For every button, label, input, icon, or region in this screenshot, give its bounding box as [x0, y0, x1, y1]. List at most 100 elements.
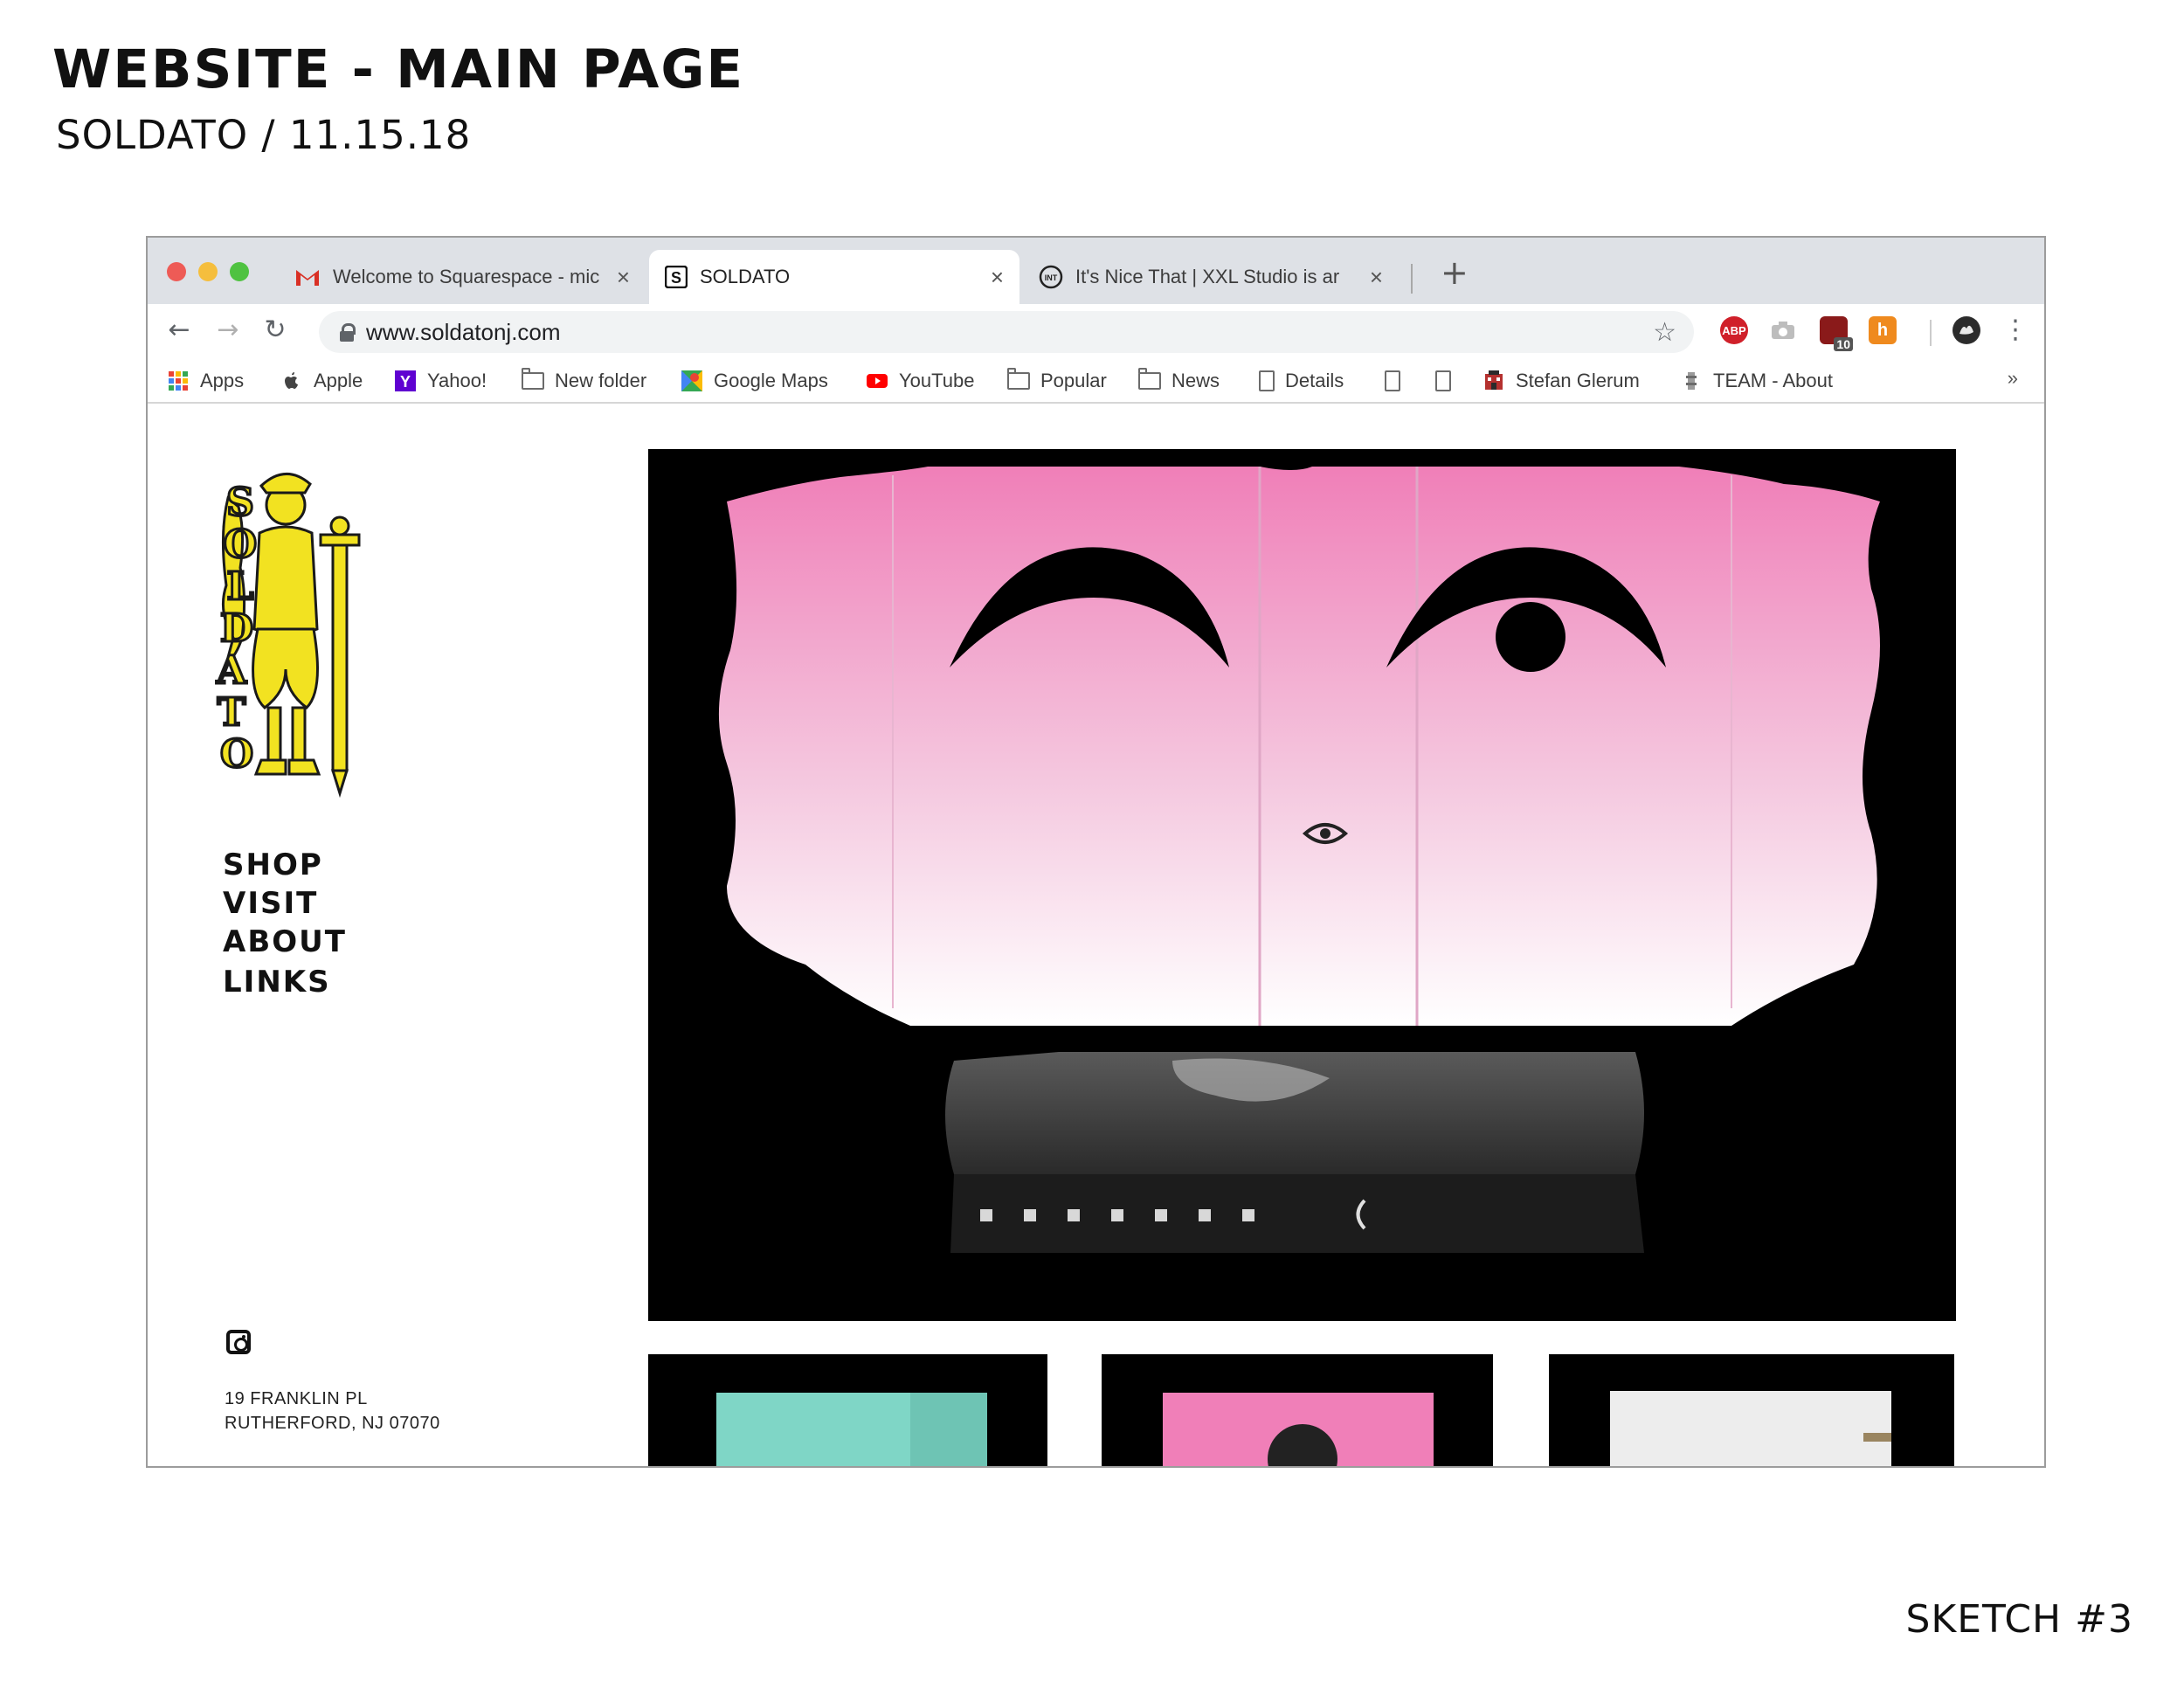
url-text[interactable]: www.soldatonj.com	[366, 319, 561, 346]
close-tab-icon[interactable]: ×	[991, 264, 1004, 291]
page-viewport: S O L D A T O SHOP VISIT ABOUT LINKS 19 …	[148, 404, 2044, 1466]
sheet-title: WEBSITE - MAIN PAGE	[52, 38, 745, 100]
bookmark-label: Google Maps	[714, 370, 828, 391]
sketch-label: SKETCH #3	[1905, 1597, 2133, 1642]
google-maps-icon	[681, 370, 702, 391]
bookmark-label: Popular	[1040, 370, 1107, 391]
nav-about[interactable]: ABOUT	[223, 924, 347, 959]
bookmark-label: Apps	[200, 370, 245, 391]
thumbnail-2[interactable]	[1102, 1354, 1493, 1466]
bookmark-label: News	[1171, 370, 1220, 391]
browser-window: Welcome to Squarespace - mic × S SOLDATO…	[146, 236, 2046, 1468]
close-tab-icon[interactable]: ×	[617, 264, 630, 291]
address-line-2: RUTHERFORD, NJ 07070	[225, 1414, 440, 1433]
ext-label: h	[1876, 320, 1889, 340]
tab-squarespace[interactable]: Welcome to Squarespace - mic ×	[279, 250, 646, 304]
tab-itsnicethat[interactable]: INT It's Nice That | XXL Studio is ar ×	[1023, 250, 1399, 304]
bookmark-label: YouTube	[899, 370, 975, 391]
svg-text:S: S	[226, 481, 254, 525]
lock-icon	[340, 323, 356, 342]
tab-separator	[1411, 264, 1413, 294]
minimize-window-button[interactable]	[198, 262, 218, 281]
thumbnail-1[interactable]	[648, 1354, 1047, 1466]
bookmark-apple[interactable]: Apple	[280, 367, 363, 395]
toolbar-separator	[1930, 320, 1932, 346]
page-icon	[1385, 370, 1400, 391]
itsnicethat-icon: INT	[1039, 265, 1063, 289]
close-window-button[interactable]	[167, 262, 186, 281]
page-icon	[1259, 370, 1275, 391]
tab-label: Welcome to Squarespace - mic	[333, 266, 600, 287]
bookmark-label: TEAM - About	[1713, 370, 1833, 391]
tab-label: SOLDATO	[700, 266, 791, 287]
folder-icon	[1138, 368, 1161, 390]
menu-kebab-icon[interactable]: ⋮	[2000, 315, 2031, 345]
close-tab-icon[interactable]: ×	[1370, 264, 1383, 291]
page-icon	[1435, 370, 1451, 391]
nav-links[interactable]: LINKS	[223, 965, 331, 1000]
bookmark-label: Yahoo!	[427, 370, 487, 391]
bookmark-label: New folder	[555, 370, 647, 391]
maximize-window-button[interactable]	[230, 262, 249, 281]
tab-label: It's Nice That | XXL Studio is ar	[1075, 266, 1340, 287]
svg-text:INT: INT	[1045, 273, 1058, 282]
bookmark-google-maps[interactable]: Google Maps	[681, 367, 828, 395]
svg-text:Y: Y	[400, 373, 411, 391]
tab-soldato[interactable]: S SOLDATO ×	[649, 250, 1019, 304]
folder-icon	[1007, 368, 1030, 390]
folder-icon	[522, 368, 544, 390]
squarespace-icon: S	[665, 266, 688, 288]
bookmark-untitled-1[interactable]	[1385, 367, 1411, 395]
bookmark-apps[interactable]: Apps	[167, 367, 244, 395]
bookmark-news[interactable]: News	[1138, 367, 1220, 395]
svg-text:D: D	[220, 606, 253, 651]
soldato-logo[interactable]: S O L D A T O	[202, 463, 377, 813]
tab-strip: Welcome to Squarespace - mic × S SOLDATO…	[148, 238, 2044, 304]
bookmarks-bar: Apps Apple Y Yahoo! New folder Google Ma…	[148, 358, 2044, 404]
new-tab-button[interactable]: +	[1441, 253, 1469, 292]
bookmark-stefan-glerum[interactable]: Stefan Glerum	[1482, 367, 1640, 395]
svg-text:O: O	[224, 522, 257, 567]
bookmark-label: Stefan Glerum	[1516, 370, 1640, 391]
bookmark-label: Apple	[314, 370, 363, 391]
apps-grid-icon	[169, 371, 188, 391]
adblock-plus-icon[interactable]: ABP	[1720, 316, 1748, 344]
address-line-1: 19 FRANKLIN PL	[225, 1389, 368, 1408]
bookmark-star-icon[interactable]: ☆	[1653, 317, 1676, 348]
youtube-icon	[867, 374, 888, 388]
apple-icon	[285, 372, 298, 389]
svg-text:A: A	[216, 648, 247, 693]
nav-visit[interactable]: VISIT	[223, 886, 318, 921]
ext-label: ABP	[1722, 323, 1746, 337]
svg-text:L: L	[227, 564, 254, 609]
bookmark-popular[interactable]: Popular	[1007, 367, 1107, 395]
bookmark-details[interactable]: Details	[1259, 367, 1344, 395]
bookmark-untitled-2[interactable]	[1435, 367, 1462, 395]
toolbar: ← → ↻ www.soldatonj.com ☆ ABP 10 h ⋮	[148, 304, 2044, 358]
hero-image[interactable]	[648, 449, 1956, 1321]
back-button[interactable]: ←	[163, 315, 195, 345]
yahoo-icon: Y	[395, 370, 416, 391]
instagram-icon[interactable]	[226, 1330, 251, 1354]
address-bar[interactable]: www.soldatonj.com ☆	[319, 311, 1694, 353]
hypothesis-icon[interactable]: h	[1869, 316, 1897, 344]
ext-badge: 10	[1834, 337, 1853, 351]
nav-shop[interactable]: SHOP	[223, 847, 323, 882]
forward-button[interactable]: →	[212, 315, 244, 345]
bookmark-yahoo[interactable]: Y Yahoo!	[394, 367, 487, 395]
gmail-icon	[296, 270, 319, 286]
bookmarks-overflow-button[interactable]: »	[2008, 367, 2018, 390]
bookmark-new-folder[interactable]: New folder	[522, 367, 646, 395]
reload-button[interactable]: ↻	[259, 315, 291, 345]
profile-avatar[interactable]	[1952, 316, 1980, 344]
ublock-icon[interactable]: 10	[1820, 316, 1853, 351]
team-icon	[1686, 372, 1697, 390]
thumbnail-3[interactable]	[1549, 1354, 1954, 1466]
stefan-icon	[1485, 370, 1503, 390]
svg-text:O: O	[220, 732, 253, 777]
camera-icon[interactable]	[1769, 316, 1797, 344]
sheet-subtitle: SOLDATO / 11.15.18	[56, 112, 472, 158]
bookmark-label: Details	[1285, 370, 1344, 391]
bookmark-youtube[interactable]: YouTube	[866, 367, 974, 395]
bookmark-team-about[interactable]: TEAM - About	[1680, 367, 1833, 395]
